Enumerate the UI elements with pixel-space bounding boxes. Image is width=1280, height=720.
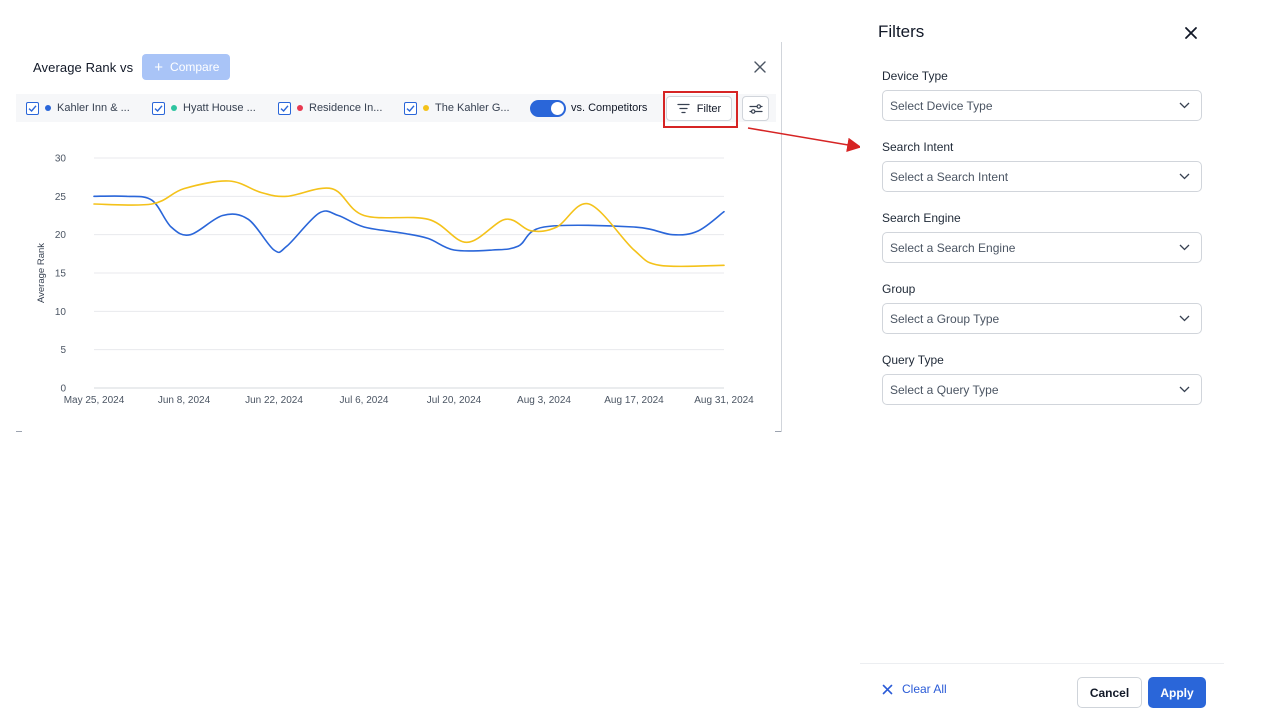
chevron-down-icon — [1179, 244, 1190, 251]
field-label: Group — [882, 282, 916, 296]
search-intent-field: Search Intent Select a Search Intent — [882, 140, 1202, 192]
filter-label: Filter — [696, 102, 722, 115]
legend-dot — [297, 105, 303, 111]
check-icon — [28, 104, 37, 112]
series-line-0 — [93, 195, 725, 254]
series-line-1 — [93, 180, 725, 268]
filter-button[interactable]: Filter — [666, 96, 732, 121]
checkbox[interactable] — [278, 101, 291, 115]
legend-dot — [171, 105, 177, 111]
select-placeholder: Select a Group Type — [890, 311, 1000, 326]
panel-title: Filters — [878, 22, 925, 41]
legend-label: The Kahler G... — [435, 102, 510, 114]
chevron-down-icon — [1179, 386, 1190, 393]
chart-card: Average Rank vs + Compare Kahler Inn & .… — [16, 42, 782, 432]
field-label: Device Type — [882, 69, 948, 83]
select-placeholder: Select a Search Engine — [890, 240, 1016, 255]
y-axis-label: Average Rank — [36, 243, 47, 303]
chart-settings-button[interactable] — [742, 96, 769, 121]
legend-label: Hyatt House ... — [183, 102, 256, 114]
card-corner-left — [16, 431, 22, 432]
check-icon — [280, 104, 289, 112]
y-tick-label: 10 — [55, 307, 67, 318]
x-tick-label: Aug 3, 2024 — [517, 395, 571, 406]
legend-bar: Kahler Inn & ... Hyatt House ... Residen… — [16, 91, 776, 128]
footer-divider — [860, 663, 1224, 664]
cancel-button[interactable]: Cancel — [1077, 677, 1142, 708]
field-label: Query Type — [882, 353, 944, 367]
check-icon — [154, 104, 163, 112]
sliders-icon — [748, 103, 763, 114]
check-icon — [406, 104, 415, 112]
search-engine-field: Search Engine Select a Search Engine — [882, 211, 1202, 263]
legend-item-kahler-grand[interactable]: The Kahler G... — [404, 94, 510, 122]
device-type-field: Device Type Select Device Type — [882, 69, 1202, 121]
x-tick-label: Aug 17, 2024 — [604, 395, 664, 406]
checkbox[interactable] — [404, 101, 417, 115]
y-tick-label: 15 — [55, 269, 67, 280]
checkbox[interactable] — [152, 101, 165, 115]
query-type-field: Query Type Select a Query Type — [882, 353, 1202, 405]
y-tick-label: 25 — [55, 192, 67, 203]
toggle-knob — [551, 102, 564, 115]
filters-panel: Filters Device Type Select Device Type S… — [860, 0, 1280, 720]
average-rank-chart: 0 5 10 15 20 25 30 May 25, 2024 Jun 8, 2024 Jun 2… — [36, 154, 754, 407]
legend-item-kahler-inn[interactable]: Kahler Inn & ... — [26, 94, 130, 122]
search-intent-select[interactable]: Select a Search Intent — [882, 161, 1202, 192]
y-tick-label: 20 — [55, 230, 67, 241]
filter-icon — [677, 103, 690, 114]
legend-label: Residence In... — [309, 102, 383, 114]
y-tick-label: 0 — [60, 384, 66, 395]
x-tick-label: Aug 31, 2024 — [694, 395, 754, 406]
select-placeholder: Select a Search Intent — [890, 169, 1009, 184]
x-tick-label: Jun 8, 2024 — [158, 395, 211, 406]
x-tick-label: May 25, 2024 — [64, 395, 125, 406]
toggle-label: vs. Competitors — [571, 102, 648, 114]
apply-button[interactable]: Apply — [1148, 677, 1206, 708]
search-engine-select[interactable]: Select a Search Engine — [882, 232, 1202, 263]
close-icon[interactable] — [1184, 26, 1198, 40]
compare-label: Compare — [170, 60, 220, 74]
x-tick-label: Jul 6, 2024 — [340, 395, 389, 406]
chevron-down-icon — [1179, 315, 1190, 322]
close-icon — [882, 684, 893, 694]
legend-item-hyatt-house[interactable]: Hyatt House ... — [152, 94, 256, 122]
x-tick-label: Jul 20, 2024 — [427, 395, 482, 406]
legend-label: Kahler Inn & ... — [57, 102, 130, 114]
select-placeholder: Select Device Type — [890, 98, 993, 113]
chevron-down-icon — [1179, 173, 1190, 180]
group-select[interactable]: Select a Group Type — [882, 303, 1202, 334]
legend-dot — [45, 105, 51, 111]
field-label: Search Engine — [882, 211, 961, 225]
card-corner-right — [775, 431, 781, 432]
clear-all-button[interactable]: Clear All — [882, 682, 947, 696]
query-type-select[interactable]: Select a Query Type — [882, 374, 1202, 405]
chevron-down-icon — [1179, 102, 1190, 109]
group-field: Group Select a Group Type — [882, 282, 1202, 334]
device-type-select[interactable]: Select Device Type — [882, 90, 1202, 121]
field-label: Search Intent — [882, 140, 954, 154]
vs-competitors-toggle[interactable] — [530, 100, 566, 117]
clear-all-label: Clear All — [902, 682, 947, 696]
card-title: Average Rank vs — [33, 59, 134, 75]
legend-item-residence-inn[interactable]: Residence In... — [278, 94, 382, 122]
close-icon[interactable] — [753, 60, 767, 74]
y-tick-label: 5 — [60, 345, 66, 356]
compare-button[interactable]: + Compare — [142, 54, 231, 80]
plus-icon: + — [154, 58, 164, 76]
legend-dot — [423, 105, 429, 111]
checkbox[interactable] — [26, 101, 39, 115]
x-tick-label: Jun 22, 2024 — [245, 395, 303, 406]
card-header: Average Rank vs + Compare — [33, 54, 231, 80]
select-placeholder: Select a Query Type — [890, 382, 999, 397]
y-tick-label: 30 — [55, 154, 67, 165]
